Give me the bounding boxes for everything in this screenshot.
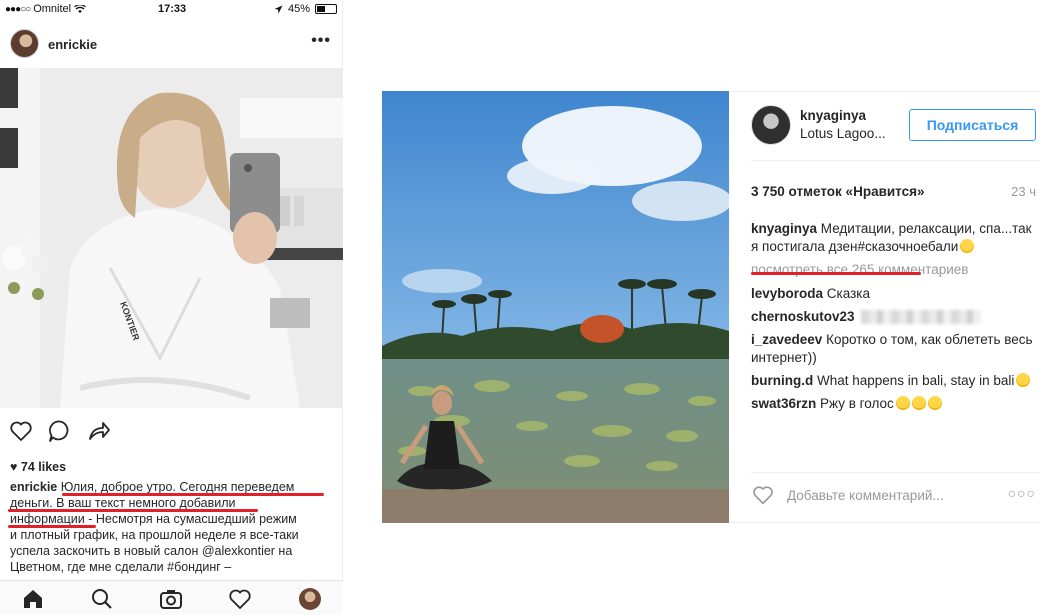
post-photo-selfie: KONTIER (0, 68, 343, 408)
laughing-emoji-icon (927, 396, 942, 410)
add-comment-row: ○○○ (751, 483, 1036, 507)
caption-line-5: успела заскочить в новый салон @alexkont… (10, 544, 293, 558)
like-heart-icon[interactable] (751, 483, 775, 507)
status-right: 45% (274, 3, 337, 15)
location-arrow-icon (274, 5, 283, 13)
post-username[interactable]: enrickie (48, 37, 97, 52)
small-heart-icon: ♥ (10, 460, 18, 474)
comment-text: Ржу в голос (820, 396, 894, 411)
comment-username[interactable]: i_zavedeev (751, 332, 822, 347)
comment-item: i_zavedeev Коротко о том, как облететь в… (751, 331, 1036, 367)
laughing-emoji-icon (960, 239, 975, 253)
post-username[interactable]: knyaginya (800, 108, 866, 123)
home-icon[interactable] (20, 586, 46, 612)
user-avatar[interactable] (751, 105, 791, 145)
comment-item: levyboroda Сказка (751, 285, 1036, 303)
battery-percent: 45% (287, 3, 310, 15)
signal-icon: ●●●○○ (5, 3, 31, 15)
caption-username[interactable]: knyaginya (751, 221, 817, 236)
highlight-underline-2 (8, 509, 258, 512)
header-divider (751, 160, 1040, 161)
highlight-underline-3 (8, 525, 96, 528)
blurred-comment-text (860, 310, 981, 325)
heart-icon[interactable] (8, 418, 34, 444)
comment-username[interactable]: levyboroda (751, 286, 823, 301)
comments-list: knyaginya Медитации, релаксации, спа...т… (751, 220, 1036, 418)
crying-laughing-emoji-icon (1016, 373, 1031, 387)
status-bar: ●●●○○ Omnitel 17:33 45% (0, 0, 343, 20)
add-comment-input[interactable] (787, 485, 997, 505)
bottom-tab-bar (0, 580, 343, 615)
camera-icon[interactable] (158, 586, 184, 612)
laughing-emoji-icon (895, 396, 910, 410)
comment-username[interactable]: burning.d (751, 373, 813, 388)
status-time: 17:33 (158, 3, 187, 15)
caption-hashtag[interactable]: #сказочноебали (858, 239, 959, 254)
caption-line-4: и плотный график, на прошлой неделе я вс… (10, 528, 299, 542)
post-header: enrickie ••• (0, 24, 343, 64)
caption-username[interactable]: enrickie (10, 480, 57, 494)
post-actions (0, 418, 343, 444)
caption-comment: knyaginya Медитации, релаксации, спа...т… (751, 220, 1036, 256)
post-location[interactable]: Lotus Lagoo... (800, 126, 886, 141)
battery-icon (315, 4, 337, 14)
comment-item: burning.d What happens in bali, stay in … (751, 372, 1036, 390)
selfie-image: KONTIER (0, 68, 343, 408)
highlight-underline-1 (62, 493, 324, 496)
comment-text: Сказка (826, 286, 871, 301)
more-options-icon[interactable]: ○○○ (1008, 485, 1036, 501)
carrier-info: ●●●○○ Omnitel (5, 3, 87, 15)
follow-button[interactable]: Подписаться (909, 109, 1036, 141)
meditation-image (382, 91, 729, 523)
comment-item: swat36rzn Ржу в голос (751, 395, 1036, 413)
more-options-icon[interactable]: ••• (311, 32, 331, 50)
mobile-post-screenshot: ●●●○○ Omnitel 17:33 45% enrickie ••• KON… (0, 0, 343, 615)
likes-text: 74 likes (20, 460, 67, 474)
caption-line-6: Цветном, где мне сделали #бондинг – (10, 560, 232, 574)
comment-username[interactable]: swat36rzn (751, 396, 816, 411)
carrier-name: Omnitel (33, 3, 72, 15)
search-icon[interactable] (89, 586, 115, 612)
likes-count[interactable]: 3 750 отметок «Нравится» (751, 184, 925, 199)
comment-item: chernoskutov23 (751, 308, 1036, 326)
comment-username[interactable]: chernoskutov23 (751, 309, 855, 324)
share-icon[interactable] (86, 418, 112, 444)
comment-icon[interactable] (47, 418, 73, 444)
highlight-underline-hashtag (751, 272, 921, 275)
post-photo-meditation (382, 91, 729, 523)
post-details-panel: knyaginya Lotus Lagoo... Подписаться 3 7… (729, 91, 1040, 523)
profile-avatar-icon[interactable] (299, 588, 321, 610)
user-avatar[interactable] (10, 29, 39, 58)
footer-divider (751, 472, 1040, 473)
view-all-comments-link[interactable]: посмотреть все 265 комментариев (751, 261, 1036, 279)
wifi-icon (74, 4, 87, 13)
laughing-emoji-icon (911, 396, 926, 410)
comment-text: What happens in bali, stay in bali (817, 373, 1015, 388)
post-time[interactable]: 23 ч (1011, 184, 1036, 199)
likes-count[interactable]: ♥ 74 likes (10, 460, 66, 474)
activity-heart-icon[interactable] (227, 586, 253, 612)
